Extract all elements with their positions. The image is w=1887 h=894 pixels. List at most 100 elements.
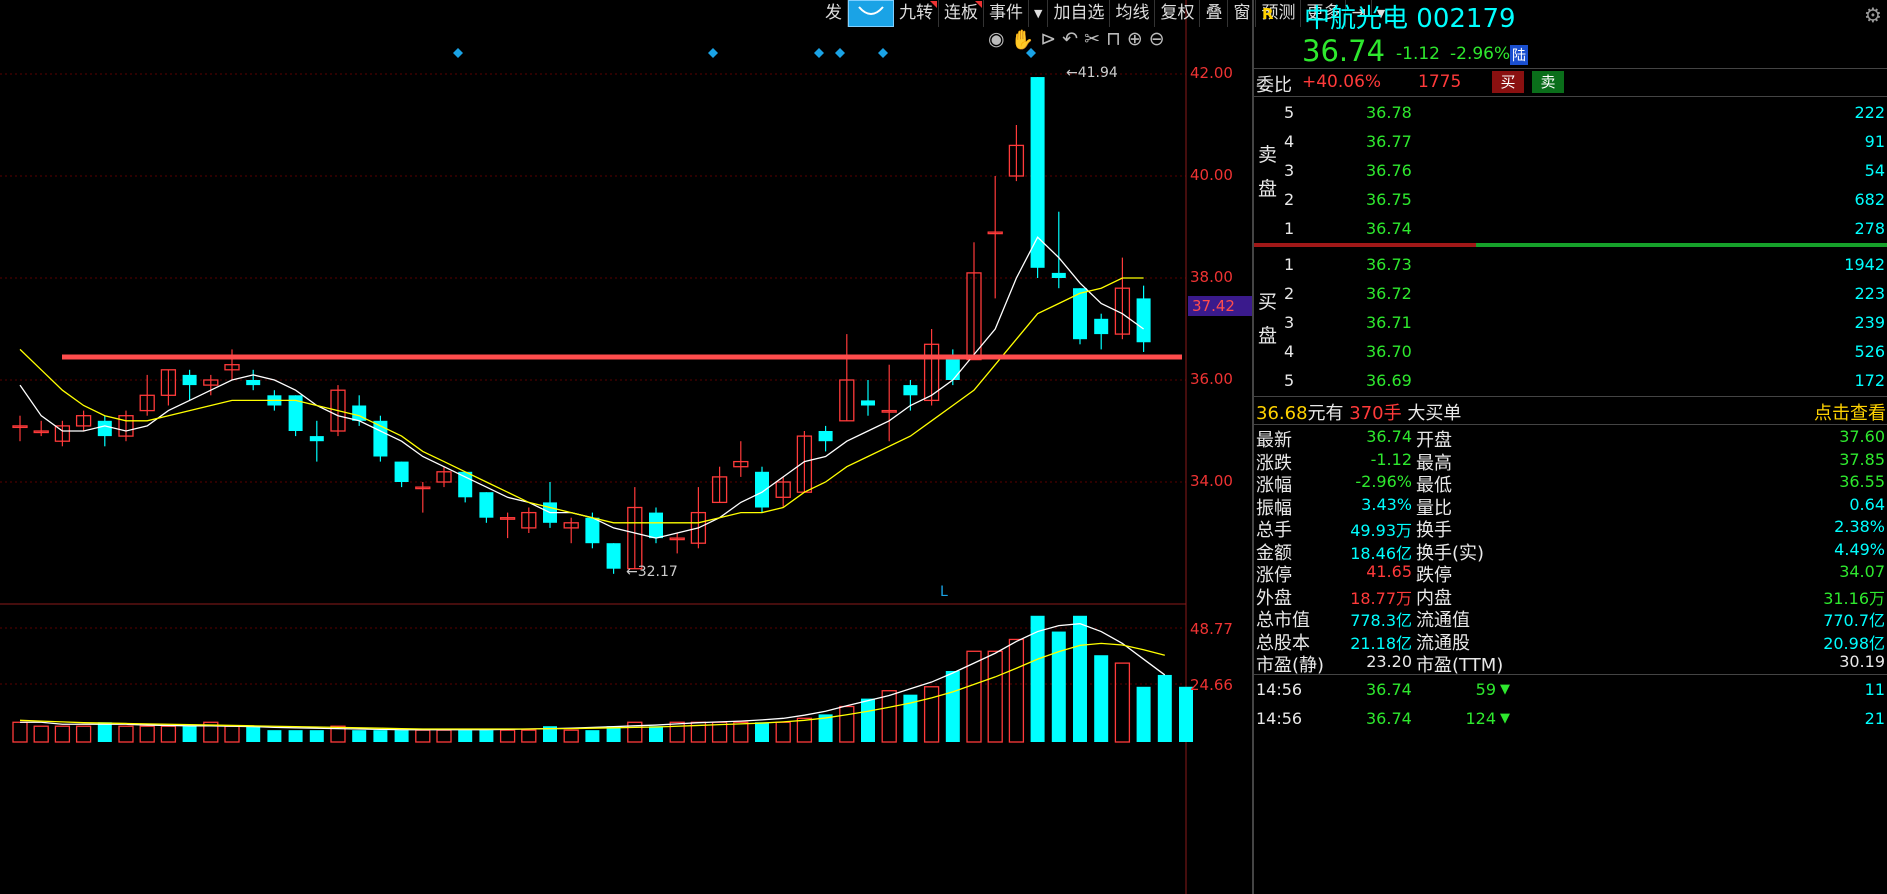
toolbar-item-jiuzhuan[interactable]: 九转 bbox=[894, 0, 939, 27]
l-marker: L bbox=[940, 584, 948, 600]
face-icon[interactable] bbox=[848, 0, 894, 27]
bid-level: 1 bbox=[1284, 255, 1295, 274]
stock-title: 中航光电 002179 bbox=[1304, 0, 1516, 35]
sell-side-label: 卖 盘 bbox=[1258, 138, 1277, 206]
kline-chart-area[interactable]: 发 九转 连板 事件 ▼ 加自选 均线 复权 叠 窗 预测 更多 ⇥ ▼ ◉ ✋… bbox=[0, 0, 1385, 894]
wei-bi-value: +40.06% bbox=[1302, 72, 1382, 92]
volume-bar-down bbox=[97, 722, 112, 742]
volume-bar-down bbox=[1136, 686, 1151, 742]
toolbar-item-ma[interactable]: 均线 bbox=[1110, 0, 1156, 27]
ask-volume: 91 bbox=[1864, 132, 1885, 151]
stat-value: 2.38% bbox=[1834, 517, 1885, 536]
r-marker: R bbox=[1262, 5, 1274, 23]
volume-bar-up bbox=[54, 725, 71, 743]
toolbar-item-overlay[interactable]: 叠 bbox=[1200, 0, 1229, 27]
kline-chart[interactable] bbox=[0, 0, 1252, 894]
current-price-tag: 37.42 bbox=[1188, 296, 1252, 316]
volume-bar-down bbox=[182, 726, 197, 742]
down-arrow-icon: ▼ bbox=[1500, 711, 1510, 726]
volume-bar-up bbox=[923, 686, 940, 743]
toolbar-item-lianban[interactable]: 连板 bbox=[939, 0, 984, 27]
ask-price: 36.76 bbox=[1366, 161, 1412, 180]
toolbar-item-fuquan[interactable]: 复权 bbox=[1155, 0, 1201, 27]
big-order-price: 36.68 bbox=[1256, 403, 1308, 424]
volume-bar-up bbox=[139, 725, 155, 743]
volume-bar-up bbox=[224, 725, 240, 743]
buy-side-label: 买 盘 bbox=[1258, 285, 1277, 353]
stat-value: 34.07 bbox=[1839, 562, 1885, 581]
price-tick-34: 34.00 bbox=[1190, 472, 1233, 490]
volume-bar-down bbox=[352, 730, 367, 742]
dropdown-icon[interactable]: ▼ bbox=[1029, 0, 1049, 27]
candle-body-down bbox=[1094, 318, 1109, 335]
gear-icon[interactable]: ⚙ bbox=[1864, 3, 1882, 27]
candle-body-down bbox=[818, 431, 833, 442]
volume-bar-up bbox=[733, 721, 749, 743]
tick-time: 14:56 bbox=[1256, 709, 1303, 728]
big-order-alert[interactable]: 36.68元有 370手 大买单 点击查看 bbox=[1256, 399, 1886, 425]
bid-level: 4 bbox=[1284, 342, 1295, 361]
volume-bar-down bbox=[479, 730, 494, 742]
toolbar-item-shijian[interactable]: 事件 bbox=[984, 0, 1029, 27]
volume-bar-up bbox=[563, 729, 579, 743]
lock-icon[interactable]: ⊓ bbox=[1106, 28, 1121, 51]
low-annotation: ←32.17 bbox=[626, 564, 678, 580]
zoom-in-icon[interactable]: ⊕ bbox=[1127, 28, 1143, 51]
candle-body-down bbox=[97, 420, 112, 437]
candle-body-down bbox=[458, 471, 473, 498]
ask-price: 36.75 bbox=[1366, 190, 1412, 209]
toolbar-item-fa[interactable]: 发 bbox=[820, 0, 848, 27]
volume-bar-up bbox=[75, 725, 92, 743]
undo-icon[interactable]: ↶ bbox=[1062, 28, 1078, 51]
high-annotation: ←41.94 bbox=[1066, 65, 1118, 81]
view-link[interactable]: 点击查看 bbox=[1814, 399, 1886, 425]
candle-body-down bbox=[394, 461, 409, 482]
candle-body-down bbox=[649, 512, 663, 539]
price-tick-36: 36.00 bbox=[1190, 370, 1233, 388]
volume-bar-up bbox=[1008, 638, 1025, 743]
candle-body-down bbox=[903, 385, 918, 396]
ask-volume: 682 bbox=[1854, 190, 1885, 209]
volume-bar-down bbox=[394, 730, 409, 742]
stat-value: 37.60 bbox=[1839, 427, 1885, 446]
ask-volume: 222 bbox=[1854, 103, 1885, 122]
tick-count: 21 bbox=[1864, 709, 1885, 728]
bid-volume: 172 bbox=[1854, 371, 1885, 390]
market-tag: 陆 bbox=[1510, 45, 1528, 65]
candle-body-down bbox=[1030, 77, 1045, 268]
price-tick-40: 40.00 bbox=[1190, 166, 1233, 184]
volume-bar-down bbox=[309, 730, 324, 742]
tick-volume: 59 bbox=[1475, 680, 1496, 699]
toolbar-item-add-watchlist[interactable]: 加自选 bbox=[1048, 0, 1111, 27]
stock-name: 中航光电 bbox=[1304, 4, 1409, 34]
stat-value: 31.16万 bbox=[1823, 588, 1885, 608]
volume-bar-up bbox=[881, 690, 897, 743]
hand-icon[interactable]: ✋ bbox=[1011, 28, 1035, 51]
volume-bar-down bbox=[288, 730, 303, 742]
candle-body-down bbox=[246, 380, 261, 386]
high-value: 41.94 bbox=[1077, 65, 1118, 81]
play-icon[interactable]: ⊳ bbox=[1040, 28, 1056, 51]
stat-value: 4.49% bbox=[1834, 539, 1885, 559]
tick-time: 14:56 bbox=[1256, 680, 1303, 699]
price-tick-42: 42.00 bbox=[1190, 64, 1233, 82]
current-price: 36.74 bbox=[1302, 34, 1386, 68]
down-arrow-icon: ▼ bbox=[1500, 682, 1510, 697]
stat-value: 0.64 bbox=[1849, 494, 1885, 514]
buy-button[interactable]: 买 bbox=[1492, 71, 1524, 93]
wei-bi-label: 委比 bbox=[1256, 75, 1292, 96]
volume-bar-down bbox=[945, 671, 960, 742]
stat-value: 49.93万 bbox=[1350, 521, 1412, 540]
stat-value: 18.77万 bbox=[1350, 588, 1412, 608]
sell-button[interactable]: 卖 bbox=[1532, 71, 1564, 93]
zoom-out-icon[interactable]: ⊖ bbox=[1149, 28, 1165, 51]
scissors-icon[interactable]: ✂ bbox=[1084, 28, 1100, 51]
big-order-text2: 大买单 bbox=[1407, 403, 1462, 424]
bid-price: 36.70 bbox=[1366, 342, 1412, 361]
ask-price: 36.78 bbox=[1366, 103, 1412, 122]
eye-icon[interactable]: ◉ bbox=[988, 28, 1005, 51]
bid-level: 5 bbox=[1284, 371, 1295, 390]
volume-bar-up bbox=[775, 721, 791, 743]
low-value: 32.17 bbox=[637, 564, 678, 580]
ask-level: 1 bbox=[1284, 219, 1295, 238]
